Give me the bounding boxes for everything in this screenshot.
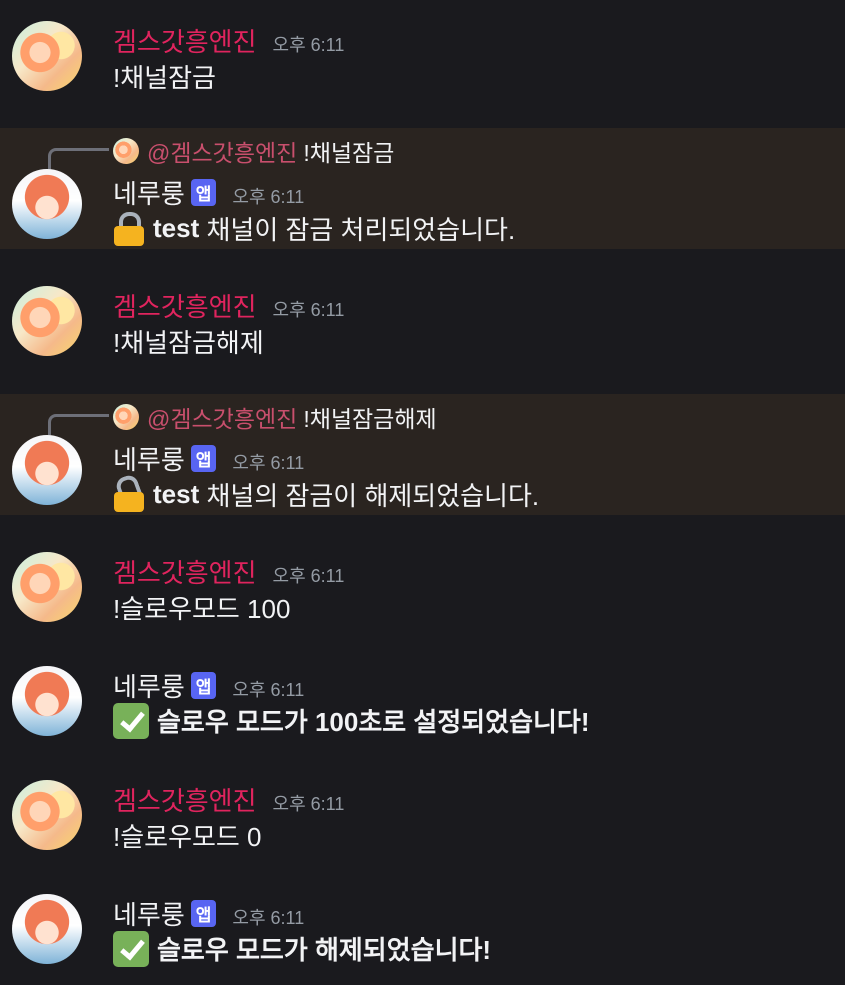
timestamp[interactable]: 오후 6:11 [273, 562, 345, 588]
message-text: !슬로우모드 0 [113, 822, 262, 852]
message-item: 겜스갓흥엔진 오후 6:11 !슬로우모드 100 [0, 531, 845, 641]
reply-avatar [113, 404, 139, 430]
reply-preview[interactable]: @겜스갓흥엔진 !채널잠금 [113, 134, 394, 168]
message-body: 슬로우 모드가 100초로 설정되었습니다! [157, 707, 590, 737]
author-name[interactable]: 겜스갓흥엔진 [113, 22, 257, 59]
timestamp[interactable]: 오후 6:11 [232, 183, 304, 209]
message-body: 채널의 잠금이 해제되었습니다. [199, 481, 540, 511]
app-badge: 앱 [190, 672, 217, 699]
message-text: !슬로우모드 100 [113, 594, 291, 624]
message-text: test 채널의 잠금이 해제되었습니다. [113, 472, 540, 513]
message-item: @겜스갓흥엔진 !채널잠금 네루룽 앱 오후 6:11 test 채널이 잠금 … [0, 128, 845, 249]
channel-name: test [153, 213, 200, 243]
timestamp[interactable]: 오후 6:11 [232, 676, 304, 702]
channel-name: test [153, 479, 200, 509]
check-mark-icon [113, 702, 149, 739]
timestamp[interactable]: 오후 6:11 [273, 296, 345, 322]
reply-preview[interactable]: @겜스갓흥엔진 !채널잠금해제 [113, 400, 437, 434]
message-item: 겜스갓흥엔진 오후 6:11 !슬로우모드 0 [0, 759, 845, 869]
author-name[interactable]: 네루룽 [113, 174, 185, 211]
user-avatar[interactable] [12, 780, 82, 850]
chat-message-list: 겜스갓흥엔진 오후 6:11 !채널잠금 @겜스갓흥엔진 !채널잠금 네루룽 앱… [0, 0, 845, 985]
message-text: !채널잠금해제 [113, 328, 264, 358]
app-badge: 앱 [190, 445, 217, 472]
app-badge: 앱 [190, 179, 217, 206]
bot-avatar[interactable] [12, 169, 82, 239]
user-avatar[interactable] [12, 21, 82, 91]
timestamp[interactable]: 오후 6:11 [273, 31, 345, 57]
timestamp[interactable]: 오후 6:11 [232, 904, 304, 930]
app-badge: 앱 [190, 900, 217, 927]
message-body: 채널이 잠금 처리되었습니다. [199, 215, 516, 245]
message-item: 겜스갓흥엔진 오후 6:11 !채널잠금 [0, 0, 845, 118]
message-text: 슬로우 모드가 100초로 설정되었습니다! [113, 702, 590, 739]
reply-avatar [113, 138, 139, 164]
user-avatar[interactable] [12, 552, 82, 622]
reply-text[interactable]: !채널잠금해제 [303, 400, 436, 434]
message-item: 네루룽 앱 오후 6:11 슬로우 모드가 해제되었습니다! [0, 873, 845, 983]
message-item: 네루룽 앱 오후 6:11 슬로우 모드가 100초로 설정되었습니다! [0, 645, 845, 755]
unlocked-padlock-icon [113, 472, 145, 512]
bot-avatar[interactable] [12, 435, 82, 505]
timestamp[interactable]: 오후 6:11 [232, 449, 304, 475]
author-name[interactable]: 겜스갓흥엔진 [113, 287, 257, 324]
reply-text[interactable]: !채널잠금 [303, 134, 394, 168]
author-name[interactable]: 네루룽 [113, 667, 185, 704]
author-name[interactable]: 네루룽 [113, 895, 185, 932]
message-body: 슬로우 모드가 해제되었습니다! [157, 935, 492, 965]
user-avatar[interactable] [12, 286, 82, 356]
timestamp[interactable]: 오후 6:11 [273, 790, 345, 816]
bot-avatar[interactable] [12, 666, 82, 736]
author-name[interactable]: 겜스갓흥엔진 [113, 781, 257, 818]
reply-connector [48, 148, 109, 169]
reply-connector [48, 414, 109, 435]
message-item: 겜스갓흥엔진 오후 6:11 !채널잠금해제 [0, 265, 845, 383]
reply-mention[interactable]: @겜스갓흥엔진 [147, 400, 297, 434]
author-name[interactable]: 겜스갓흥엔진 [113, 553, 257, 590]
locked-padlock-icon [113, 211, 145, 246]
reply-mention[interactable]: @겜스갓흥엔진 [147, 134, 297, 168]
message-text: test 채널이 잠금 처리되었습니다. [113, 210, 515, 247]
author-name[interactable]: 네루룽 [113, 440, 185, 477]
bot-avatar[interactable] [12, 894, 82, 964]
message-text: !채널잠금 [113, 63, 216, 93]
message-text: 슬로우 모드가 해제되었습니다! [113, 930, 491, 967]
message-item: @겜스갓흥엔진 !채널잠금해제 네루룽 앱 오후 6:11 test 채널의 잠… [0, 394, 845, 515]
check-mark-icon [113, 930, 149, 967]
